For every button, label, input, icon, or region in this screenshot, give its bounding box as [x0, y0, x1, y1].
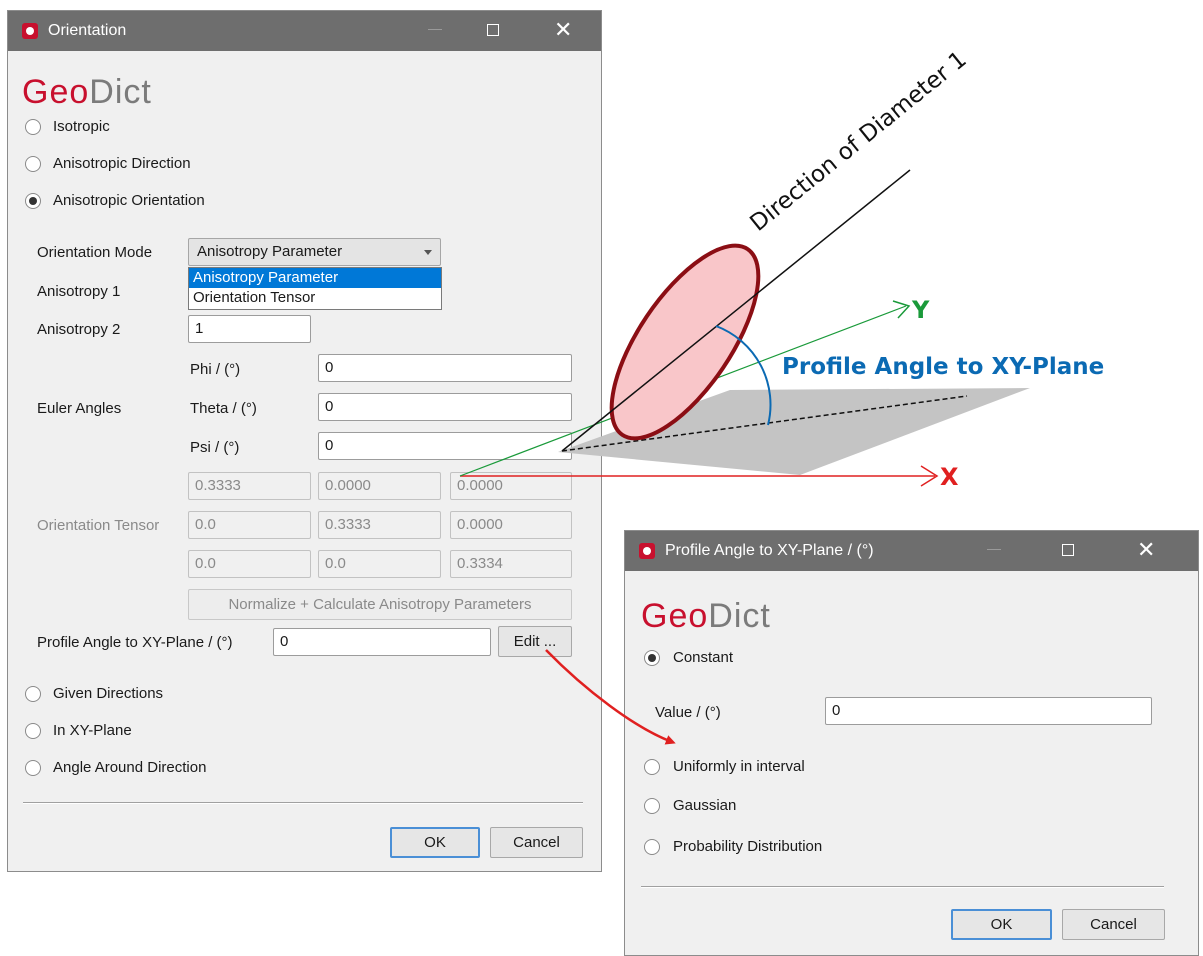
dialog-separator: [641, 886, 1164, 888]
orientation-titlebar[interactable]: Orientation ✕: [8, 11, 601, 51]
x-axis-label: X: [940, 463, 959, 491]
close-icon[interactable]: ✕: [1137, 539, 1155, 561]
radio-given-directions[interactable]: [25, 686, 41, 702]
close-icon[interactable]: ✕: [554, 19, 572, 41]
radio-probability-distribution[interactable]: [644, 839, 660, 855]
value-input[interactable]: 0: [825, 697, 1152, 725]
minimize-icon[interactable]: [428, 29, 442, 30]
orientation-tensor-label: Orientation Tensor: [37, 517, 160, 534]
window-title: Orientation: [48, 22, 127, 39]
maximize-icon[interactable]: [487, 24, 499, 36]
geodict-logo: GeoDict: [22, 73, 152, 111]
profile-angle-annotation: Profile Angle to XY-Plane: [782, 354, 1104, 380]
profile-angle-dialog: Profile Angle to XY-Plane / (°) ✕ GeoDic…: [624, 530, 1199, 956]
phi-input[interactable]: 0: [318, 354, 572, 382]
projection-line: [561, 395, 968, 452]
ok-button[interactable]: OK: [951, 909, 1052, 940]
profile-titlebar[interactable]: Profile Angle to XY-Plane / (°) ✕: [625, 531, 1198, 571]
tensor-cell-11: 0.3333: [188, 472, 311, 500]
chevron-down-icon: [424, 250, 432, 255]
tensor-cell-13: 0.0000: [450, 472, 572, 500]
label-anisotropic-direction: Anisotropic Direction: [53, 155, 191, 172]
cancel-button[interactable]: Cancel: [490, 827, 583, 858]
y-axis-arrowhead: [892, 300, 911, 319]
label-probability-distribution: Probability Distribution: [673, 838, 823, 855]
theta-input[interactable]: 0: [318, 393, 572, 421]
tensor-cell-21: 0.0: [188, 511, 311, 539]
tensor-cell-32: 0.0: [318, 550, 441, 578]
label-gaussian: Gaussian: [673, 797, 737, 814]
orientation-mode-value: Anisotropy Parameter: [197, 243, 343, 260]
geodict-app-icon: [639, 543, 655, 559]
profile-angle-edit-button[interactable]: Edit ...: [498, 626, 572, 657]
dropdown-option-anisotropy-parameter[interactable]: Anisotropy Parameter: [189, 268, 441, 288]
orientation-mode-select[interactable]: Anisotropy Parameter: [188, 238, 441, 266]
radio-in-xy-plane[interactable]: [25, 723, 41, 739]
normalize-calculate-button: Normalize + Calculate Anisotropy Paramet…: [188, 589, 572, 620]
radio-anisotropic-direction[interactable]: [25, 156, 41, 172]
maximize-icon[interactable]: [1062, 544, 1074, 556]
psi-label: Psi / (°): [190, 439, 240, 456]
y-axis-label: Y: [911, 296, 930, 324]
radio-angle-around-direction[interactable]: [25, 760, 41, 776]
anisotropy2-label: Anisotropy 2: [37, 321, 121, 338]
diameter-direction-label: Direction of Diameter 1: [745, 47, 971, 237]
label-in-xy-plane: In XY-Plane: [53, 722, 132, 739]
fiber-cross-section: [609, 243, 761, 441]
orientation-mode-dropdown: Anisotropy Parameter Orientation Tensor: [188, 267, 442, 310]
profile-angle-label: Profile Angle to XY-Plane / (°): [37, 634, 233, 651]
ok-button[interactable]: OK: [390, 827, 480, 858]
radio-gaussian[interactable]: [644, 798, 660, 814]
theta-label: Theta / (°): [190, 400, 257, 417]
dialog-separator: [23, 802, 583, 804]
minimize-icon[interactable]: [987, 549, 1001, 550]
orientation-mode-label: Orientation Mode: [37, 244, 153, 261]
profile-angle-input[interactable]: 0: [273, 628, 491, 656]
label-anisotropic-orientation: Anisotropic Orientation: [53, 192, 205, 209]
tensor-cell-22: 0.3333: [318, 511, 441, 539]
radio-anisotropic-orientation[interactable]: [25, 193, 41, 209]
tensor-cell-23: 0.0000: [450, 511, 572, 539]
radio-constant[interactable]: [644, 650, 660, 666]
xy-plane: [558, 388, 1030, 475]
orientation-dialog: Orientation ✕ GeoDict Isotropic Anisotro…: [7, 10, 602, 872]
label-uniformly-in-interval: Uniformly in interval: [673, 758, 805, 775]
radio-uniformly-in-interval[interactable]: [644, 759, 660, 775]
tensor-cell-33: 0.3334: [450, 550, 572, 578]
label-isotropic: Isotropic: [53, 118, 110, 135]
cancel-button[interactable]: Cancel: [1062, 909, 1165, 940]
anisotropy2-input[interactable]: 1: [188, 315, 311, 343]
euler-angles-label: Euler Angles: [37, 400, 122, 417]
radio-isotropic[interactable]: [25, 119, 41, 135]
tensor-cell-31: 0.0: [188, 550, 311, 578]
dropdown-option-orientation-tensor[interactable]: Orientation Tensor: [189, 288, 441, 308]
tensor-cell-12: 0.0000: [318, 472, 441, 500]
label-constant: Constant: [673, 649, 734, 666]
label-angle-around-direction: Angle Around Direction: [53, 759, 207, 776]
diameter-direction-line: [561, 169, 911, 452]
window-title: Profile Angle to XY-Plane / (°): [665, 542, 874, 559]
profile-angle-arc: [715, 325, 772, 426]
geodict-app-icon: [22, 23, 38, 39]
geodict-logo: GeoDict: [641, 597, 771, 635]
x-axis-arrowhead: [920, 465, 939, 487]
psi-input[interactable]: 0: [318, 432, 572, 460]
anisotropy1-label: Anisotropy 1: [37, 283, 121, 300]
value-label: Value / (°): [655, 704, 721, 721]
label-given-directions: Given Directions: [53, 685, 164, 702]
phi-label: Phi / (°): [190, 361, 241, 378]
